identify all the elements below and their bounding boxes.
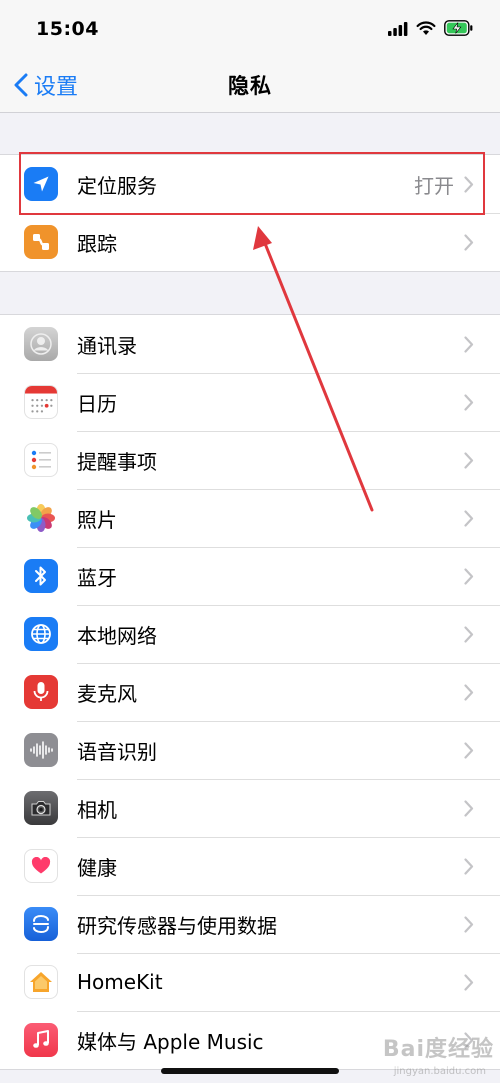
chevron-right-icon xyxy=(464,683,474,701)
chevron-right-icon xyxy=(464,799,474,817)
battery-charging-icon xyxy=(444,20,474,40)
tracking-icon xyxy=(24,225,58,259)
photos-icon xyxy=(24,501,58,535)
row-label: 相机 xyxy=(77,797,117,822)
chevron-right-icon xyxy=(464,915,474,933)
cellular-signal-icon xyxy=(388,21,408,40)
settings-group-permissions: 通讯录 日历 提醒事项 照片 蓝牙 本地网络 麦克风 语音识别 相机 健康 研究… xyxy=(0,314,500,1070)
row-photos[interactable]: 照片 xyxy=(0,489,500,547)
chevron-right-icon xyxy=(464,175,474,193)
row-calendar[interactable]: 日历 xyxy=(0,373,500,431)
settings-group-location: 定位服务 打开 跟踪 xyxy=(0,154,500,272)
row-microphone[interactable]: 麦克风 xyxy=(0,663,500,721)
row-label: 麦克风 xyxy=(77,681,137,706)
waveform-icon xyxy=(24,733,58,767)
row-label: 跟踪 xyxy=(77,231,117,256)
contacts-icon xyxy=(24,327,58,361)
location-arrow-icon xyxy=(24,167,58,201)
chevron-right-icon xyxy=(464,973,474,991)
chevron-right-icon xyxy=(464,857,474,875)
research-icon xyxy=(24,907,58,941)
calendar-icon xyxy=(24,385,58,419)
row-label: 通讯录 xyxy=(77,333,137,358)
globe-icon xyxy=(24,617,58,651)
row-value: 打开 xyxy=(414,173,454,198)
row-label: 照片 xyxy=(77,507,117,532)
watermark: Bai度经验 xyxy=(382,1037,494,1062)
page-title: 隐私 xyxy=(228,74,272,98)
row-contacts[interactable]: 通讯录 xyxy=(0,315,500,373)
row-location-services[interactable]: 定位服务 打开 xyxy=(0,155,500,213)
home-indicator[interactable] xyxy=(161,1068,339,1074)
chevron-right-icon xyxy=(464,393,474,411)
watermark-url: jingyan.baidu.com xyxy=(393,1066,486,1077)
row-label: 研究传感器与使用数据 xyxy=(77,913,277,938)
navigation-bar: 设置 隐私 xyxy=(0,56,500,113)
reminders-icon xyxy=(24,443,58,477)
row-camera[interactable]: 相机 xyxy=(0,779,500,837)
chevron-right-icon xyxy=(464,625,474,643)
row-label: 蓝牙 xyxy=(77,565,117,590)
wifi-icon xyxy=(416,20,436,40)
row-research-sensor[interactable]: 研究传感器与使用数据 xyxy=(0,895,500,953)
row-label: 语音识别 xyxy=(77,739,157,764)
row-speech-recognition[interactable]: 语音识别 xyxy=(0,721,500,779)
row-tracking[interactable]: 跟踪 xyxy=(0,213,500,271)
chevron-right-icon xyxy=(464,741,474,759)
camera-icon xyxy=(24,791,58,825)
row-label: 健康 xyxy=(77,855,117,880)
health-heart-icon xyxy=(24,849,58,883)
home-icon xyxy=(24,965,58,999)
chevron-right-icon xyxy=(464,451,474,469)
row-reminders[interactable]: 提醒事项 xyxy=(0,431,500,489)
row-bluetooth[interactable]: 蓝牙 xyxy=(0,547,500,605)
row-label: 定位服务 xyxy=(77,173,157,198)
row-label: 提醒事项 xyxy=(77,449,157,474)
row-health[interactable]: 健康 xyxy=(0,837,500,895)
row-local-network[interactable]: 本地网络 xyxy=(0,605,500,663)
chevron-right-icon xyxy=(464,233,474,251)
status-time: 15:04 xyxy=(36,18,99,40)
chevron-right-icon xyxy=(464,567,474,585)
row-homekit[interactable]: HomeKit xyxy=(0,953,500,1011)
bluetooth-icon xyxy=(24,559,58,593)
row-label: 日历 xyxy=(77,391,117,416)
music-note-icon xyxy=(24,1023,58,1057)
row-label: 本地网络 xyxy=(77,623,157,648)
status-indicators xyxy=(388,20,474,40)
chevron-right-icon xyxy=(464,335,474,353)
microphone-icon xyxy=(24,675,58,709)
status-bar: 15:04 xyxy=(0,0,500,56)
row-label: HomeKit xyxy=(77,970,163,994)
chevron-right-icon xyxy=(464,509,474,527)
